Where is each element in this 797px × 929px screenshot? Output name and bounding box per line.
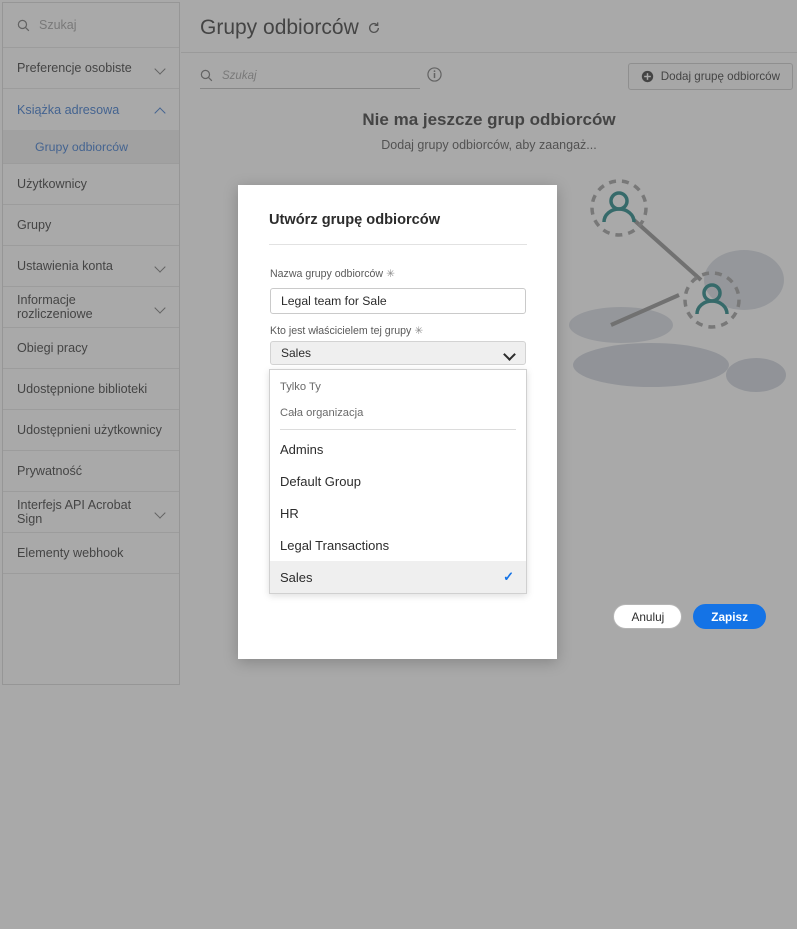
dropdown-divider (280, 429, 516, 430)
dropdown-option-admins[interactable]: Admins (270, 433, 526, 465)
dropdown-option-cala-organizacja[interactable]: Cała organizacja (270, 400, 526, 426)
group-owner-select[interactable]: Sales (270, 341, 526, 365)
modal-actions: Anuluj Zapisz (0, 604, 797, 629)
group-owner-selected-value: Sales (281, 346, 312, 360)
group-owner-label: Kto jest właścicielem tej grupy ✳ (270, 325, 424, 337)
chevron-down-icon (505, 350, 516, 357)
save-button[interactable]: Zapisz (693, 604, 766, 629)
dropdown-option-label: Cała organizacja (280, 407, 364, 419)
required-marker: ✳ (386, 268, 395, 280)
dropdown-option-label: HR (280, 505, 299, 521)
group-owner-dropdown: Tylko Ty Cała organizacja Admins Default… (269, 369, 527, 594)
check-icon: ✓ (503, 569, 514, 584)
required-marker: ✳ (414, 325, 424, 337)
dropdown-option-label: Tylko Ty (280, 381, 321, 393)
modal-title: Utwórz grupę odbiorców (269, 212, 441, 228)
dropdown-option-default-group[interactable]: Default Group (270, 465, 526, 497)
group-name-value: Legal team for Sale (281, 294, 387, 308)
group-name-label: Nazwa grupy odbiorców ✳ (270, 268, 395, 280)
dropdown-option-label: Default Group (280, 473, 361, 489)
dropdown-option-label: Admins (280, 441, 324, 457)
dropdown-option-tylko-ty[interactable]: Tylko Ty (270, 374, 526, 400)
dropdown-option-label: Legal Transactions (280, 537, 390, 553)
dropdown-option-label: Sales (280, 569, 313, 585)
modal-title-divider (269, 244, 527, 245)
group-name-input[interactable]: Legal team for Sale (270, 288, 526, 314)
cancel-button[interactable]: Anuluj (613, 604, 683, 629)
dropdown-option-hr[interactable]: HR (270, 497, 526, 529)
dropdown-option-sales[interactable]: Sales ✓ (270, 561, 526, 593)
dropdown-option-legal-transactions[interactable]: Legal Transactions (270, 529, 526, 561)
